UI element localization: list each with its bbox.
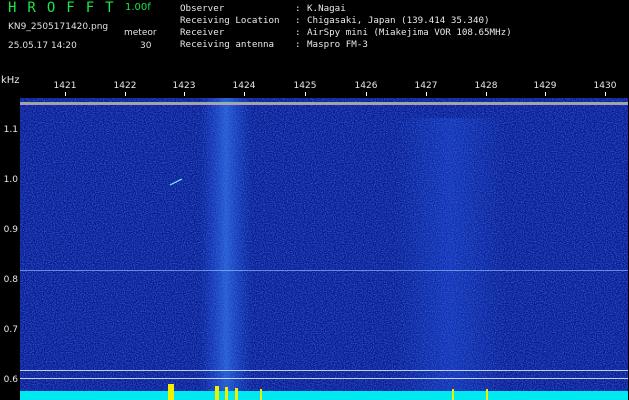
file-name: KN9_2505171420.png <box>8 22 109 32</box>
carrier-band <box>200 98 252 400</box>
x-tick-label: 1421 <box>53 81 77 91</box>
burst-marker <box>168 384 174 400</box>
burst-marker <box>235 388 238 400</box>
y-tick-label: 0.7 <box>3 325 18 335</box>
app-title: HROFFT <box>8 0 125 16</box>
faint-band <box>395 118 505 400</box>
x-tick-label: 1422 <box>113 81 137 91</box>
x-tick-label: 1425 <box>293 81 317 91</box>
mode-label: meteor <box>124 28 157 38</box>
baseline-signal <box>20 391 628 400</box>
info-row-receiver: Receiver: AirSpy mini (Miakejima VOR 108.… <box>180 27 512 38</box>
info-value: Maspro FM-3 <box>307 39 368 50</box>
hrofft-window: HROFFT 1.00f KN9_2505171420.png meteor 2… <box>0 0 629 400</box>
x-tick-mark <box>545 92 546 96</box>
spectrogram <box>20 98 628 400</box>
burst-marker <box>225 387 228 400</box>
info-key: Observer <box>180 3 225 14</box>
burst-marker <box>215 386 219 400</box>
app-version: 1.00f <box>125 2 151 13</box>
x-tick-mark <box>366 92 367 96</box>
y-tick-label: 1.0 <box>3 175 18 185</box>
observation-info: Observer: K.Nagai Receiving Location: Chig… <box>180 3 512 51</box>
y-tick-label: 0.8 <box>3 275 18 285</box>
capture-datetime: 25.05.17 14:20 <box>8 41 77 51</box>
x-tick-label: 1429 <box>533 81 557 91</box>
info-row-antenna: Receiving antenna: Maspro FM-3 <box>180 39 368 50</box>
x-tick-label: 1430 <box>593 81 617 91</box>
x-tick-mark <box>305 92 306 96</box>
x-tick-mark <box>605 92 606 96</box>
x-tick-mark <box>184 92 185 96</box>
x-tick-label: 1426 <box>354 81 378 91</box>
top-reference-line-green <box>20 103 628 104</box>
info-value: AirSpy mini (Miakejima VOR 108.65MHz) <box>307 27 512 38</box>
info-value: K.Nagai <box>307 3 346 14</box>
y-axis-unit: kHz <box>1 75 20 86</box>
x-tick-mark <box>486 92 487 96</box>
x-tick-mark <box>426 92 427 96</box>
x-tick-mark <box>244 92 245 96</box>
burst-marker <box>452 389 454 400</box>
burst-marker <box>260 389 262 400</box>
x-tick-mark <box>65 92 66 96</box>
info-value: Chigasaki, Japan (139.414 35.340) <box>307 15 490 26</box>
x-tick-label: 1427 <box>414 81 438 91</box>
meteor-count: 30 <box>140 41 152 51</box>
x-tick-label: 1424 <box>232 81 256 91</box>
info-key: Receiving Location <box>180 15 280 26</box>
x-tick-label: 1428 <box>474 81 498 91</box>
info-row-location: Receiving Location: Chigasaki, Japan (139… <box>180 15 490 26</box>
mid-reference-line <box>20 270 628 271</box>
x-tick-label: 1423 <box>172 81 196 91</box>
spectrogram-noise <box>20 98 628 400</box>
lower-reference-line <box>20 378 628 379</box>
lower-reference-line <box>20 370 628 371</box>
y-tick-label: 0.9 <box>3 225 18 235</box>
y-tick-label: 1.1 <box>3 125 18 135</box>
y-tick-label: 0.6 <box>3 375 18 385</box>
x-tick-mark <box>125 92 126 96</box>
info-key: Receiver <box>180 27 225 38</box>
info-key: Receiving antenna <box>180 39 275 50</box>
info-row-observer: Observer: K.Nagai <box>180 3 346 14</box>
burst-marker <box>486 389 488 400</box>
